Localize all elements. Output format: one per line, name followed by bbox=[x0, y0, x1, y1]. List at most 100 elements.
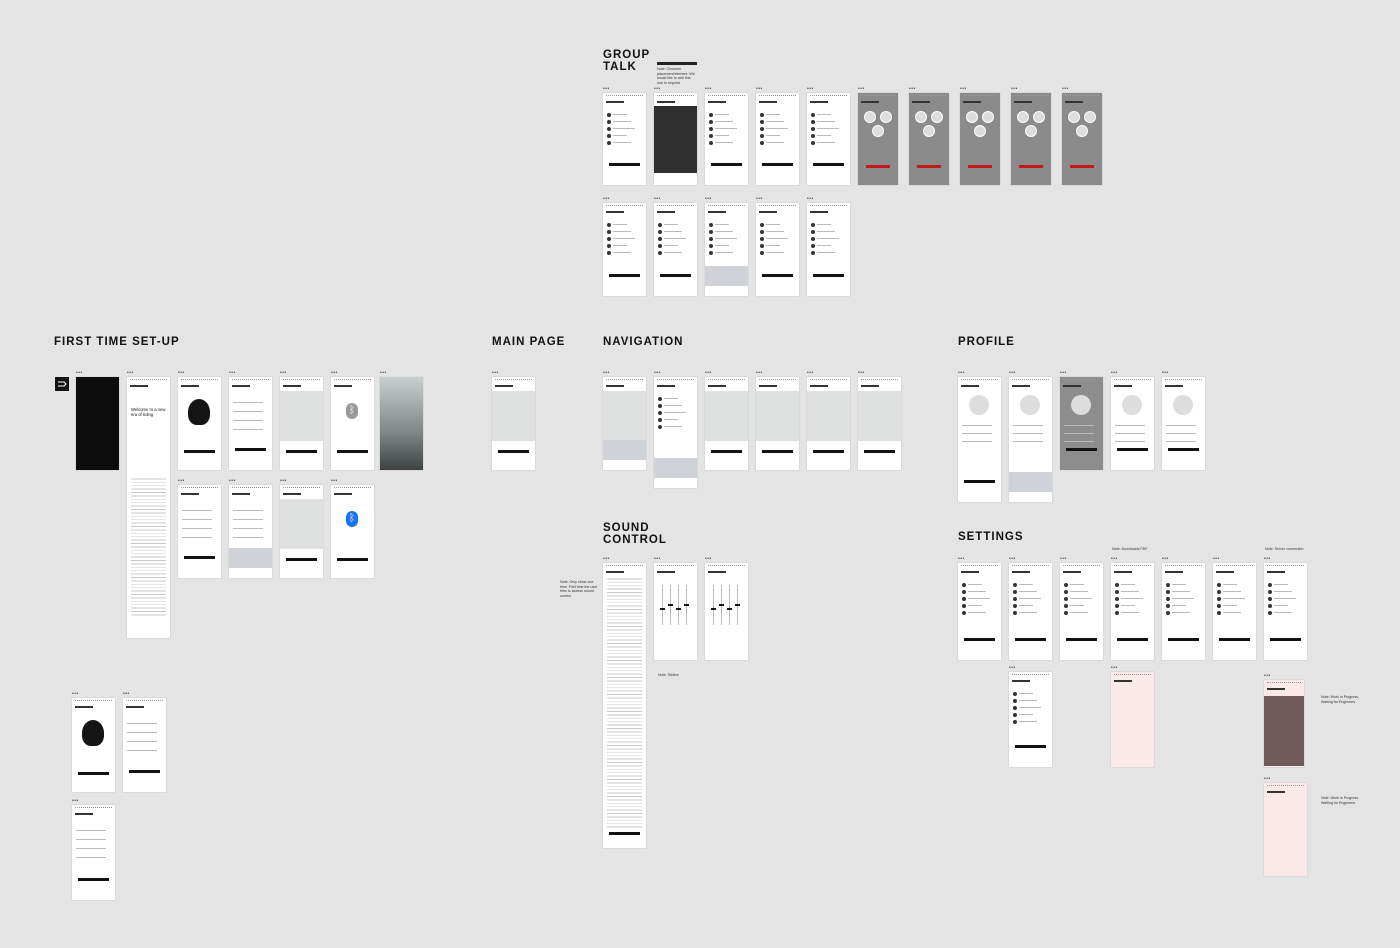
frame-label: ••• bbox=[603, 556, 610, 562]
settings-frame[interactable] bbox=[1009, 563, 1052, 660]
navigation-route-frame[interactable] bbox=[858, 377, 901, 470]
list-text bbox=[715, 238, 737, 240]
profile-frame[interactable] bbox=[958, 377, 1001, 502]
welcome-terms-frame[interactable]: Welcome to a new era of riding. bbox=[127, 377, 170, 638]
profile-field bbox=[962, 441, 992, 443]
group-talk-call-frame[interactable] bbox=[1011, 93, 1051, 185]
main-page-frame[interactable] bbox=[492, 377, 535, 470]
list-text bbox=[968, 598, 990, 600]
list-avatar bbox=[811, 223, 815, 227]
list-text bbox=[715, 128, 737, 130]
setup-step-frame[interactable] bbox=[280, 377, 323, 470]
sound-control-frame[interactable] bbox=[654, 563, 697, 660]
screen-title bbox=[708, 385, 726, 387]
settings-frame[interactable] bbox=[1213, 563, 1256, 660]
bottom-nav bbox=[708, 179, 745, 182]
group-talk-frame[interactable] bbox=[705, 93, 748, 185]
group-talk-frame[interactable] bbox=[756, 203, 799, 296]
map-view bbox=[807, 391, 850, 441]
profile-photo-frame[interactable] bbox=[1162, 377, 1205, 470]
navigation-route-frame[interactable] bbox=[705, 377, 748, 470]
settings-frame[interactable] bbox=[1162, 563, 1205, 660]
splash-frame[interactable] bbox=[76, 377, 119, 470]
status-bar bbox=[912, 95, 946, 98]
welcome-back-keyboard-frame[interactable] bbox=[229, 485, 272, 578]
group-talk-call-frame[interactable] bbox=[960, 93, 1000, 185]
navigation-search-frame[interactable] bbox=[654, 377, 697, 488]
group-talk-call-frame[interactable] bbox=[858, 93, 898, 185]
group-talk-call-frame[interactable] bbox=[909, 93, 949, 185]
list-avatar bbox=[962, 611, 966, 615]
language-settings-frame[interactable] bbox=[1009, 672, 1052, 767]
profile-field bbox=[1166, 433, 1196, 435]
list-text bbox=[1070, 591, 1088, 593]
settings-frame[interactable] bbox=[1111, 563, 1154, 660]
submit-button bbox=[129, 770, 160, 773]
firmware-update-wip-frame[interactable] bbox=[1264, 680, 1304, 767]
bluetooth-connected-frame[interactable]: ᛒ bbox=[331, 485, 374, 578]
keyboard bbox=[229, 548, 272, 568]
profile-photo-sheet-frame[interactable] bbox=[1060, 377, 1103, 470]
setup-step-frame[interactable] bbox=[280, 485, 323, 578]
group-talk-frame[interactable] bbox=[603, 203, 646, 296]
group-talk-frame[interactable] bbox=[756, 93, 799, 185]
navigation-route-frame[interactable] bbox=[807, 377, 850, 470]
group-talk-frame[interactable] bbox=[654, 203, 697, 296]
primary-button bbox=[1117, 638, 1148, 641]
reset-password-frame[interactable] bbox=[123, 698, 166, 792]
frame-label: ••• bbox=[705, 556, 712, 562]
submit-button bbox=[184, 556, 215, 559]
screen-title bbox=[810, 385, 828, 387]
bluetooth-icon: ᛒ bbox=[346, 511, 358, 527]
status-bar bbox=[75, 807, 112, 810]
settings-frame[interactable] bbox=[1264, 563, 1307, 660]
bluetooth-connect-frame[interactable]: ᛒ bbox=[331, 377, 374, 470]
list-text bbox=[715, 114, 729, 116]
welcome-back-frame[interactable] bbox=[229, 377, 272, 470]
group-talk-frame[interactable] bbox=[807, 93, 850, 185]
bottom-nav bbox=[657, 482, 694, 485]
submit-button bbox=[78, 878, 109, 881]
helmet-login-frame[interactable] bbox=[178, 377, 221, 470]
group-talk-frame[interactable] bbox=[603, 93, 646, 185]
group-talk-frame[interactable] bbox=[705, 203, 748, 296]
list-avatar bbox=[709, 113, 713, 117]
firmware-update-wip-frame[interactable] bbox=[1264, 783, 1307, 876]
frame-label: ••• bbox=[492, 370, 499, 376]
bottom-nav bbox=[1063, 654, 1100, 657]
screen-title bbox=[495, 385, 513, 387]
profile-photo-frame[interactable] bbox=[1111, 377, 1154, 470]
list-text bbox=[1172, 598, 1194, 600]
participant-avatar bbox=[1033, 111, 1045, 123]
list-avatar bbox=[760, 127, 764, 131]
slider-handle bbox=[668, 604, 673, 606]
sound-control-frame[interactable] bbox=[705, 563, 748, 660]
settings-frame[interactable] bbox=[1060, 563, 1103, 660]
list-text bbox=[1019, 612, 1037, 614]
welcome-text: Welcome to a new era of riding. bbox=[131, 407, 166, 418]
input-field bbox=[76, 848, 106, 850]
list-text bbox=[1223, 598, 1245, 600]
helmet-login-frame[interactable] bbox=[72, 698, 115, 792]
list-avatar bbox=[811, 237, 815, 241]
group-talk-frame[interactable] bbox=[807, 203, 850, 296]
settings-frame[interactable] bbox=[958, 563, 1001, 660]
navigation-frame[interactable] bbox=[603, 377, 646, 470]
rider-photo-frame[interactable] bbox=[380, 377, 423, 470]
navigation-route-frame[interactable] bbox=[756, 377, 799, 470]
group-talk-frame[interactable] bbox=[654, 93, 697, 185]
profile-edit-frame[interactable] bbox=[1009, 377, 1052, 502]
status-bar bbox=[334, 379, 371, 382]
register-frame[interactable] bbox=[178, 485, 221, 578]
register-frame[interactable] bbox=[72, 805, 115, 900]
group-talk-call-frame[interactable] bbox=[1062, 93, 1102, 185]
frame-label: ••• bbox=[76, 370, 83, 376]
list-avatar bbox=[658, 404, 662, 408]
status-bar bbox=[1267, 785, 1304, 788]
primary-button bbox=[813, 274, 844, 277]
list-text bbox=[715, 245, 729, 247]
user-manual-wip-frame[interactable] bbox=[1111, 672, 1154, 767]
sound-control-intro-frame[interactable] bbox=[603, 563, 646, 848]
keyboard bbox=[654, 458, 697, 478]
primary-button bbox=[711, 163, 742, 166]
